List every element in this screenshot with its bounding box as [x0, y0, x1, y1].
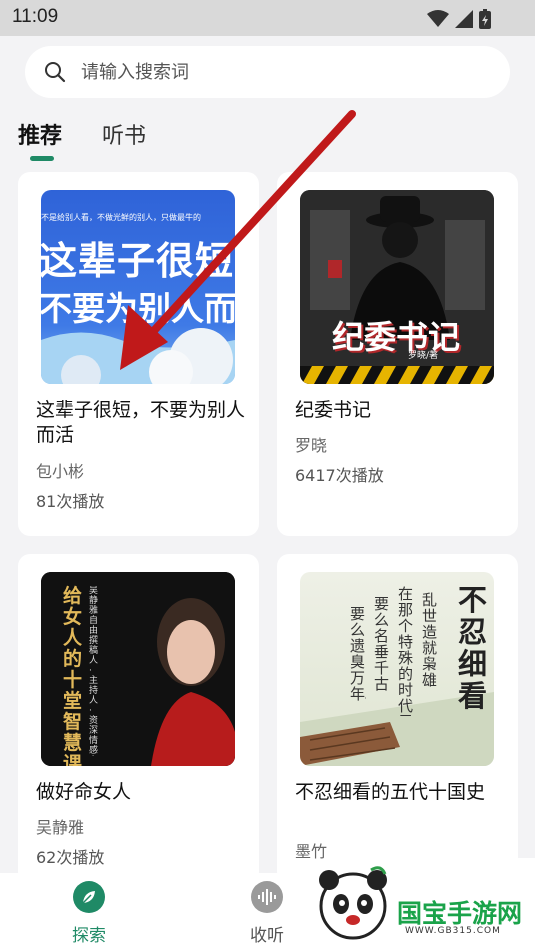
book-title: 纪委书记	[295, 399, 372, 421]
cover-title-line1: 这辈子很短	[41, 239, 235, 283]
status-icons	[427, 9, 491, 29]
book-card[interactable]: 不是给别人看，不做光鲜的别人，只做最牛的 这辈子很短 不要为别人而 这辈子很短，…	[18, 172, 259, 536]
book-title: 做好命女人	[36, 781, 132, 803]
battery-icon	[479, 9, 491, 29]
book-cover: 不忍细看 乱世造就枭雄， 在那个特殊的时代里， 要么名垂千古， 要么遗臭万年。	[300, 572, 494, 766]
watermark-brand: 国宝手游网	[397, 899, 523, 928]
book-cover: 不是给别人看，不做光鲜的别人，只做最牛的 这辈子很短 不要为别人而	[41, 190, 235, 384]
tab-audiobooks[interactable]: 听书	[102, 118, 146, 150]
book-card[interactable]: 不忍细看 乱世造就枭雄， 在那个特殊的时代里， 要么名垂千古， 要么遗臭万年。 …	[277, 554, 518, 884]
cover-poem-line: 乱世造就枭雄，	[422, 592, 438, 689]
cover-title: 纪委书记	[332, 318, 461, 356]
nav-listen[interactable]: 收听	[227, 881, 307, 946]
watermark-logo: 国宝手游网 WWW.GB315.COM	[305, 858, 535, 951]
wifi-icon	[427, 10, 449, 27]
book-play-count: 6417次播放	[295, 466, 384, 485]
book-cover: 给女人的十堂智慧课 吴静雅 自由撰稿人·主持人·资深情感专家	[41, 572, 235, 766]
book-cover: 纪委书记 罗晓/著	[300, 190, 494, 384]
search-bar[interactable]	[25, 46, 510, 98]
book-card[interactable]: 纪委书记 罗晓/著 纪委书记 罗晓 6417次播放	[277, 172, 518, 536]
book-author: 罗晓	[295, 436, 328, 455]
cover-poem-line: 要么遗臭万年。	[350, 606, 366, 703]
cover-title: 不忍细看	[458, 583, 488, 713]
tab-recommend[interactable]: 推荐	[18, 118, 62, 150]
book-card[interactable]: 给女人的十堂智慧课 吴静雅 自由撰稿人·主持人·资深情感专家 做好命女人 吴静雅…	[18, 554, 259, 884]
audio-wave-icon	[251, 881, 283, 913]
cover-author: 罗晓/著	[408, 351, 439, 361]
book-title: 不忍细看的五代十国史	[295, 781, 486, 803]
cover-title-line2: 不要为别人而	[41, 289, 235, 328]
cover-tagline: 不是给别人看，不做光鲜的别人，只做最牛的	[41, 213, 201, 222]
book-author: 吴静雅	[36, 818, 85, 837]
watermark-url: WWW.GB315.COM	[405, 926, 501, 936]
nav-explore-label: 探索	[72, 926, 106, 946]
search-input[interactable]	[81, 58, 461, 86]
nav-explore[interactable]: 探索	[49, 881, 129, 946]
nav-listen-label: 收听	[250, 926, 284, 946]
tab-indicator	[30, 156, 54, 161]
compass-leaf-icon	[73, 881, 105, 913]
cover-poem-line: 要么名垂千古，	[374, 596, 390, 693]
book-author: 包小彬	[36, 462, 85, 481]
cover-poem-line: 在那个特殊的时代里，	[398, 586, 414, 716]
book-title: 这辈子很短，不要为别人而活	[36, 399, 246, 446]
book-play-count: 62次播放	[36, 848, 105, 867]
search-icon	[45, 62, 66, 83]
book-play-count: 81次播放	[36, 492, 105, 511]
status-bar: 11:09	[0, 0, 535, 36]
status-time: 11:09	[12, 6, 59, 27]
cover-subtitle: 吴静雅 自由撰稿人·主持人·资深情感专家	[89, 586, 99, 756]
panda-icon	[319, 866, 387, 940]
signal-icon	[455, 10, 473, 28]
cover-title: 给女人的十堂智慧课	[63, 585, 83, 767]
